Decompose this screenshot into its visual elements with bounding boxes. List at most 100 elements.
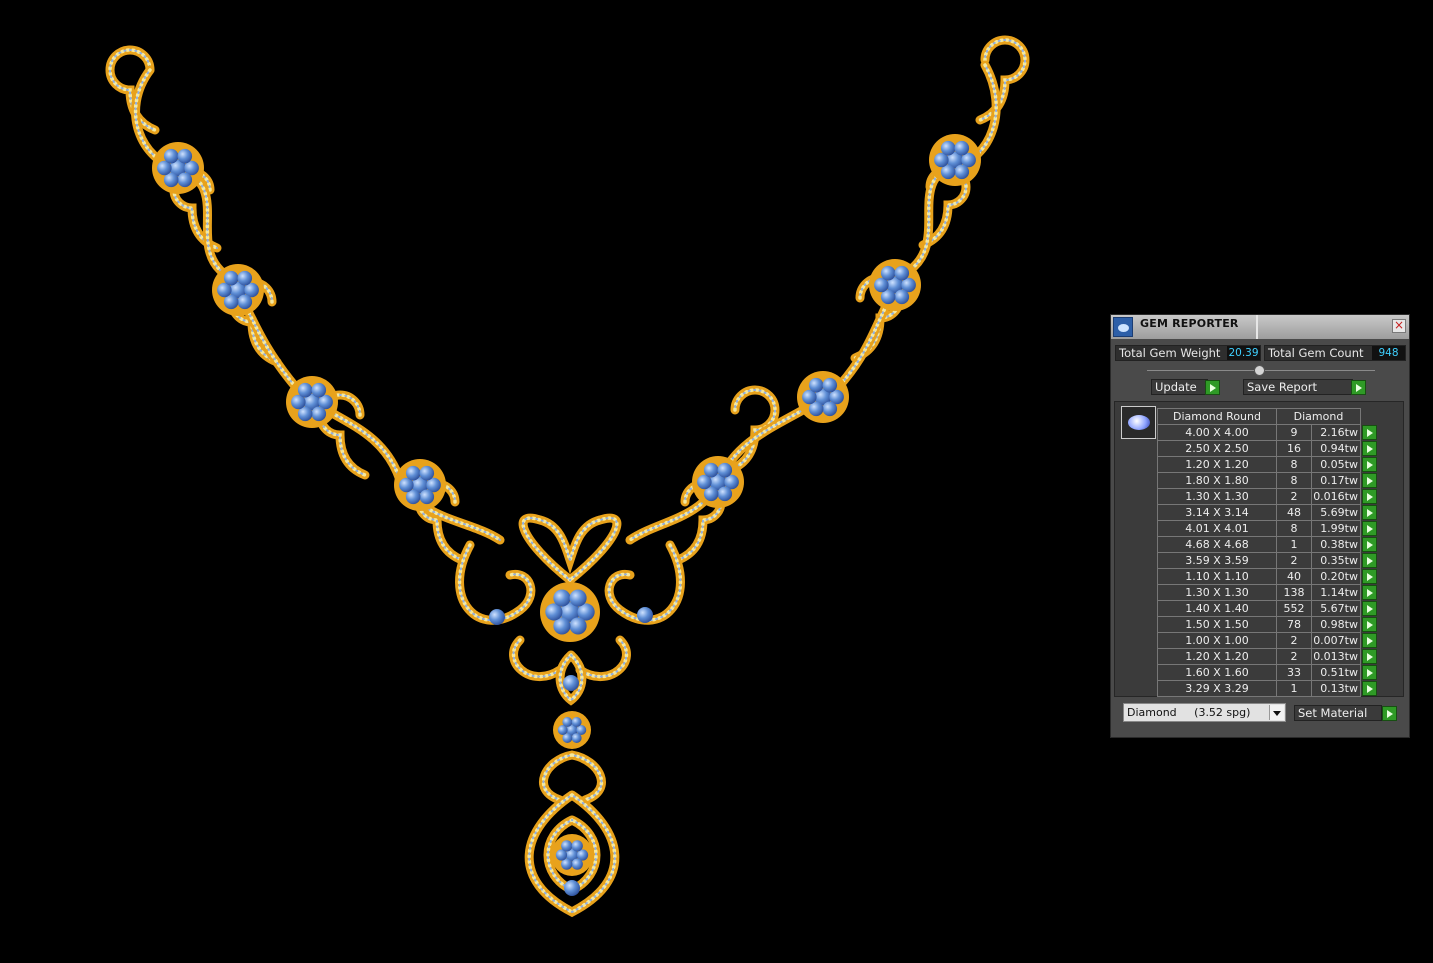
gem-size: 3.14 X 3.14 (1157, 504, 1277, 521)
set-material-go-icon[interactable] (1382, 706, 1397, 721)
pendant-link-cluster-stone (562, 716, 573, 727)
gem-table-header: Diamond Round Diamond (1157, 408, 1378, 425)
play-arrow-icon[interactable] (1362, 648, 1377, 664)
gem-count: 48 (1276, 504, 1312, 521)
gem-report-list[interactable]: Diamond Round Diamond 4.00 X 4.00 9 2.16tw… (1114, 401, 1404, 697)
gem-row[interactable]: 2.50 X 2.50 16 0.94tw (1157, 440, 1378, 457)
gem-row[interactable]: 1.20 X 1.20 2 0.013tw (1157, 648, 1378, 665)
play-arrow-icon[interactable] (1362, 536, 1377, 552)
material-select[interactable]: Diamond (3.52 spg) (1123, 703, 1286, 722)
gem-size: 3.29 X 3.29 (1157, 680, 1277, 697)
pendant-main-cluster-stone (561, 840, 573, 852)
gem-count: 8 (1276, 520, 1312, 537)
row-action (1361, 680, 1378, 697)
gem-row[interactable]: 4.00 X 4.00 9 2.16tw (1157, 424, 1378, 441)
left-chain-cluster-stone (297, 382, 313, 398)
total-gem-weight-label: Total Gem Weight (1119, 346, 1221, 360)
gem-row[interactable]: 3.14 X 3.14 48 5.69tw (1157, 504, 1378, 521)
right-chain-cluster-stone (954, 164, 970, 180)
gem-size: 2.50 X 2.50 (1157, 440, 1277, 457)
play-arrow-icon[interactable] (1362, 424, 1377, 440)
gem-weight: 0.35tw (1311, 552, 1361, 569)
gem-count: 9 (1276, 424, 1312, 441)
gem-weight: 1.14tw (1311, 584, 1361, 601)
gem-row[interactable]: 1.20 X 1.20 8 0.05tw (1157, 456, 1378, 473)
gem-weight: 0.17tw (1311, 472, 1361, 489)
panel-splitter-handle[interactable] (1254, 365, 1265, 376)
play-arrow-icon[interactable] (1362, 680, 1377, 696)
play-arrow-icon[interactable] (1362, 440, 1377, 456)
gem-row[interactable]: 1.80 X 1.80 8 0.17tw (1157, 472, 1378, 489)
save-report-go-icon[interactable] (1351, 380, 1366, 395)
pendant-link-cluster-stone (571, 716, 582, 727)
round-gem-icon[interactable] (1121, 406, 1156, 439)
left-chain-cluster-stone (311, 406, 327, 422)
save-report-button[interactable]: Save Report (1243, 379, 1353, 395)
right-chain-cluster-stone (717, 486, 733, 502)
gem-weight: 0.007tw (1311, 632, 1361, 649)
pendant-bottom-stone (564, 880, 580, 896)
play-arrow-icon[interactable] (1362, 472, 1377, 488)
gem-row[interactable]: 1.10 X 1.10 40 0.20tw (1157, 568, 1378, 585)
play-arrow-icon[interactable] (1362, 552, 1377, 568)
gem-size: 1.50 X 1.50 (1157, 616, 1277, 633)
right-chain-spine-pave2 (629, 64, 998, 541)
play-arrow-icon[interactable] (1362, 488, 1377, 504)
gem-row[interactable]: 4.01 X 4.01 8 1.99tw (1157, 520, 1378, 537)
gem-size: 4.01 X 4.01 (1157, 520, 1277, 537)
gem-row[interactable]: 4.68 X 4.68 1 0.38tw (1157, 536, 1378, 553)
right-chain-cluster-stone (717, 462, 733, 478)
play-arrow-icon[interactable] (1362, 520, 1377, 536)
right-chain-cluster-stone (822, 377, 838, 393)
row-action (1361, 632, 1378, 649)
pendant-stone (563, 675, 579, 691)
gem-count: 1 (1276, 680, 1312, 697)
play-arrow-icon[interactable] (1362, 664, 1377, 680)
gem-row[interactable]: 1.30 X 1.30 138 1.14tw (1157, 584, 1378, 601)
gem-weight: 0.013tw (1311, 648, 1361, 665)
gem-count: 16 (1276, 440, 1312, 457)
left-chain-spine (131, 65, 505, 545)
gem-count: 1 (1276, 536, 1312, 553)
panel-titlebar[interactable]: GEM REPORTER × (1111, 315, 1409, 339)
gem-row[interactable]: 1.60 X 1.60 33 0.51tw (1157, 664, 1378, 681)
gem-row[interactable]: 3.59 X 3.59 2 0.35tw (1157, 552, 1378, 569)
play-arrow-icon[interactable] (1362, 616, 1377, 632)
pendant-link-cluster-stone (571, 733, 582, 744)
right-chain-spine-pave (628, 63, 998, 542)
play-arrow-icon[interactable] (1362, 568, 1377, 584)
right-chain-cluster-stone (940, 140, 956, 156)
title-divider (1256, 315, 1258, 339)
update-label: Update (1155, 380, 1197, 394)
gem-table: Diamond Round Diamond 4.00 X 4.00 9 2.16tw… (1157, 408, 1378, 697)
gem-size: 1.40 X 1.40 (1157, 600, 1277, 617)
left-chain-cluster-stone (237, 294, 253, 310)
gem-count: 2 (1276, 632, 1312, 649)
right-chain-cluster-stone (880, 265, 896, 281)
play-arrow-icon[interactable] (1362, 632, 1377, 648)
update-go-icon[interactable] (1205, 380, 1220, 395)
gem-reporter-icon (1113, 317, 1133, 337)
set-material-button[interactable]: Set Material (1294, 705, 1382, 721)
play-arrow-icon[interactable] (1362, 504, 1377, 520)
accent-stone (489, 609, 505, 625)
gem-row[interactable]: 1.50 X 1.50 78 0.98tw (1157, 616, 1378, 633)
gem-row[interactable]: 1.00 X 1.00 2 0.007tw (1157, 632, 1378, 649)
play-arrow-icon[interactable] (1362, 456, 1377, 472)
gem-row[interactable]: 3.29 X 3.29 1 0.13tw (1157, 680, 1378, 697)
play-arrow-icon[interactable] (1362, 600, 1377, 616)
play-arrow-icon[interactable] (1362, 584, 1377, 600)
chevron-down-icon[interactable] (1269, 705, 1284, 720)
row-action (1361, 552, 1378, 569)
left-chain-cluster-stone (419, 465, 435, 481)
close-icon[interactable]: × (1392, 319, 1406, 333)
gem-size: 4.00 X 4.00 (1157, 424, 1277, 441)
gem-row[interactable]: 1.30 X 1.30 2 0.016tw (1157, 488, 1378, 505)
total-gem-count-value: 948 (1372, 346, 1405, 360)
left-chain-spine-pave (133, 68, 502, 542)
gem-row[interactable]: 1.40 X 1.40 552 5.67tw (1157, 600, 1378, 617)
gem-weight: 0.016tw (1311, 488, 1361, 505)
right-chain-cluster-stone (954, 140, 970, 156)
update-button[interactable]: Update (1151, 379, 1208, 395)
gem-weight: 2.16tw (1311, 424, 1361, 441)
